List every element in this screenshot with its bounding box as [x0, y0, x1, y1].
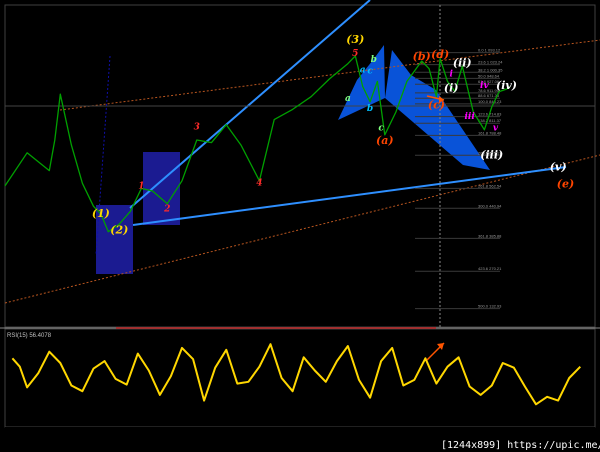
- wave-label: 2: [163, 205, 170, 215]
- fib-level-label: 300.0 440.94: [478, 203, 502, 208]
- wave-label: a: [360, 66, 366, 76]
- wave-label: v: [493, 124, 499, 134]
- time-axis: [5, 427, 595, 435]
- wave-label: (2): [110, 223, 128, 236]
- wave-label: iv: [480, 81, 489, 91]
- wave-label: 3: [194, 122, 200, 132]
- wave-label: (ii): [453, 56, 472, 69]
- fib-level-label: 38.2 1 000.35: [478, 67, 503, 72]
- fib-level-label: 161.8 788.48: [478, 130, 502, 135]
- wave-label: (iv): [496, 79, 517, 92]
- wave-label: iii: [464, 112, 475, 122]
- wave-label: b: [371, 55, 377, 65]
- wave-label: (v): [550, 160, 567, 173]
- fib-level-label: 50.0 948.64: [478, 73, 500, 78]
- fib-level-label: 23.6 1 023.24: [478, 60, 503, 65]
- fib-level-label: 261.8 562.54: [478, 183, 502, 188]
- consolidation-box: [143, 152, 180, 225]
- wave-label: (c): [428, 98, 445, 111]
- wave-label: 5: [352, 49, 358, 59]
- wave-label: a: [345, 94, 351, 104]
- fib-level-label: 423.6 270.21: [478, 266, 502, 271]
- wave-label: (1): [92, 207, 110, 220]
- wave-label: (i): [444, 81, 459, 94]
- fib-level-label: 138.2 811.37: [478, 118, 502, 123]
- wave-label: 1: [138, 181, 144, 191]
- fib-level-label: 500.0 132.93: [478, 304, 502, 309]
- wave-label: i: [449, 69, 453, 79]
- wave-label: (3): [346, 33, 364, 46]
- chart-background: [0, 0, 600, 452]
- elliott-wave-chart: 0.0 1 093.1223.6 1 023.2438.2 1 000.3550…: [0, 0, 600, 452]
- wave-label: c: [378, 124, 384, 134]
- fib-level-label: 361.8 385.88: [478, 233, 502, 238]
- watermark-text: [1244x899] https://upic.me/: [441, 440, 600, 451]
- wave-label: (iii): [480, 149, 503, 162]
- fib-level-label: 0.0 1 093.12: [478, 48, 501, 53]
- wave-label: (a): [376, 134, 394, 147]
- wave-label: (d): [431, 48, 449, 61]
- wave-label: c: [367, 67, 373, 77]
- wave-label: b: [367, 104, 373, 114]
- rsi-label: RSI(15) 56.4078: [7, 333, 52, 339]
- wave-label: 4: [256, 178, 262, 188]
- wave-label: (b): [413, 50, 431, 63]
- fib-level-label: 100.0 848.23: [478, 99, 502, 104]
- wave-label: (e): [557, 177, 574, 190]
